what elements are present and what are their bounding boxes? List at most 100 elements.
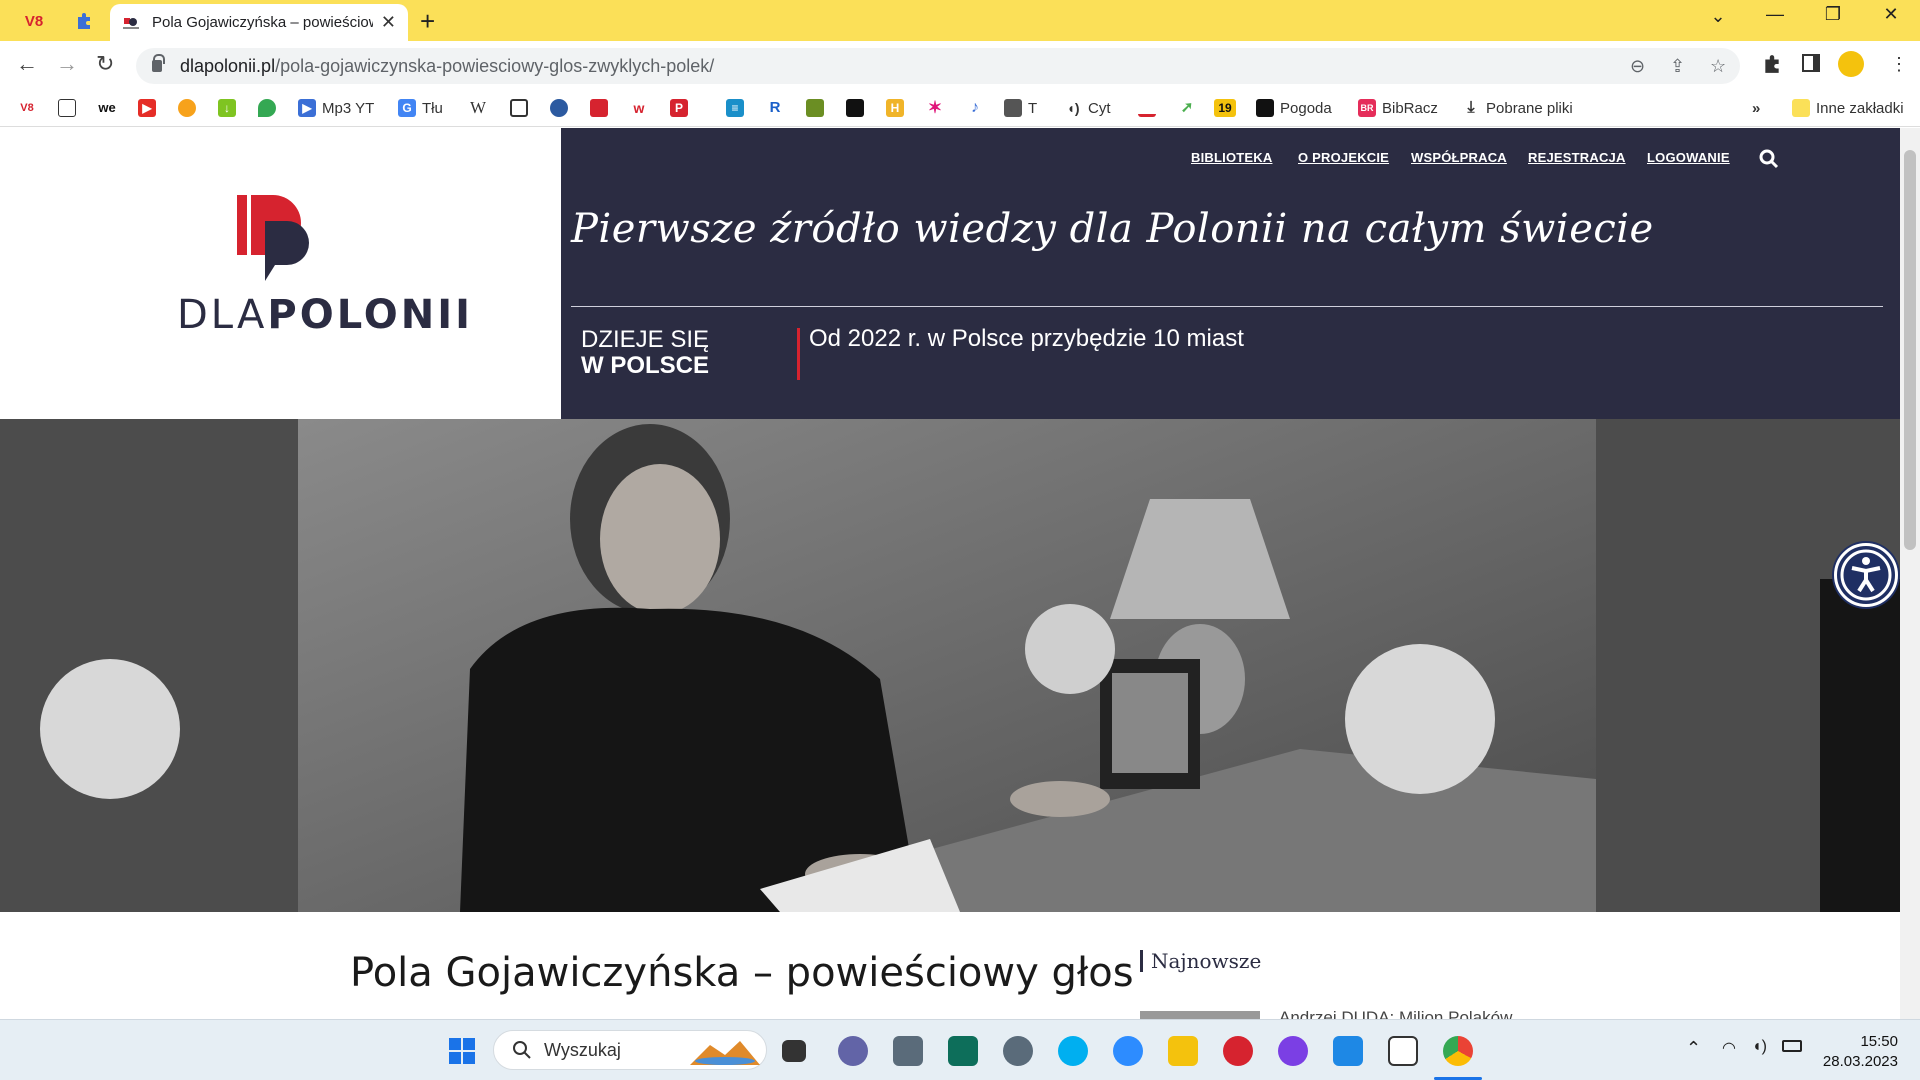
game-icon	[806, 99, 824, 117]
bookmark-star[interactable]: ✶	[926, 97, 950, 119]
chrome-icon[interactable]	[1443, 1036, 1473, 1066]
headphones-icon[interactable]	[1278, 1036, 1308, 1066]
p-letter-icon: P	[670, 99, 688, 117]
reload-icon[interactable]: ↻	[96, 51, 114, 77]
sidebar-thumbnail[interactable]	[1140, 1011, 1260, 1019]
tab-search-chevron-icon[interactable]: ⌄	[1693, 6, 1743, 27]
bookmark-t[interactable]: T	[1004, 97, 1037, 119]
r-letter-icon: R	[766, 99, 784, 117]
app-green-icon[interactable]	[948, 1036, 978, 1066]
v8-icon: V8	[24, 12, 44, 30]
volume-icon[interactable]: ◖)	[1752, 1038, 1767, 1056]
nav-logowanie[interactable]: LOGOWANIE	[1647, 150, 1730, 165]
bookmark-we[interactable]: we	[98, 97, 122, 119]
sidebar-heading: Najnowsze	[1140, 950, 1261, 972]
file-explorer-icon[interactable]	[1168, 1036, 1198, 1066]
teams-chat-icon[interactable]	[838, 1036, 868, 1066]
bookmark-cyt[interactable]: ◖) Cyt	[1064, 97, 1111, 119]
accessibility-button[interactable]	[1834, 543, 1898, 607]
w-letter-icon: w	[630, 99, 648, 117]
site-logo[interactable]: DLAPOLONII	[0, 128, 561, 419]
close-window-icon[interactable]: ✕	[1866, 4, 1916, 25]
bookmark-dark[interactable]	[846, 97, 870, 119]
nav-biblioteka[interactable]: BIBLIOTEKA	[1191, 150, 1272, 165]
more-menu-icon[interactable]: ⋮	[1890, 54, 1908, 75]
bookmark-19[interactable]: 19	[1214, 97, 1242, 119]
audio-icon: ◖)	[1064, 99, 1082, 117]
bookmark-wikipedia[interactable]: W	[470, 97, 486, 119]
bookmark-other[interactable]: Inne zakładki	[1792, 97, 1904, 119]
restore-icon[interactable]: ❐	[1808, 4, 1858, 25]
h-letter-icon: H	[886, 99, 904, 117]
bookmark-orange[interactable]	[178, 97, 202, 119]
active-tab[interactable]: Pola Gojawiczyńska – powieściow ✕	[110, 4, 408, 41]
bookmark-dlapolonii[interactable]	[1138, 97, 1162, 119]
bookmark-maps[interactable]	[258, 97, 282, 119]
bookmark-mp3yt[interactable]: ▶ Mp3 YT	[298, 97, 374, 119]
taskbar-search[interactable]: Wyszukaj	[493, 1030, 767, 1070]
bookmark-cyan[interactable]: ≡	[726, 97, 750, 119]
tab-title: Pola Gojawiczyńska – powieściow	[152, 14, 373, 31]
bookmark-bibracz[interactable]: BR BibRacz	[1358, 97, 1438, 119]
calculator-icon[interactable]	[893, 1036, 923, 1066]
dark-square-icon	[846, 99, 864, 117]
wifi-icon[interactable]: ◠	[1722, 1038, 1736, 1058]
article-title: Pola Gojawiczyńska – powieściowy głos	[350, 950, 1134, 996]
windows-start-icon[interactable]	[447, 1036, 477, 1066]
bookmark-green[interactable]: ➚	[1178, 97, 1202, 119]
bookmark-news[interactable]	[510, 97, 534, 119]
lock-icon	[152, 54, 165, 72]
search-icon[interactable]	[1758, 148, 1780, 170]
bookmark-red[interactable]	[590, 97, 614, 119]
minimize-icon[interactable]: —	[1750, 4, 1800, 25]
bookmark-overflow[interactable]: »	[1752, 97, 1760, 119]
bookmark-h[interactable]: H	[886, 97, 910, 119]
system-clock[interactable]: 15:50 28.03.2023	[1818, 1032, 1898, 1072]
bookmark-r[interactable]: R	[766, 97, 790, 119]
new-tab-button[interactable]: +	[420, 6, 435, 37]
notes-icon[interactable]	[1333, 1036, 1363, 1066]
paint-app-icon[interactable]	[1223, 1036, 1253, 1066]
battery-icon[interactable]	[1782, 1040, 1802, 1052]
zoom-icon[interactable]	[1113, 1036, 1143, 1066]
settings-gear-icon[interactable]	[1003, 1036, 1033, 1066]
bookmark-pogoda[interactable]: Pogoda	[1256, 97, 1332, 119]
dlapolonii-favicon	[1138, 99, 1156, 117]
nav-o-projekcie[interactable]: O PROJEKCIE	[1298, 150, 1389, 165]
ticker-news-link[interactable]: Od 2022 r. w Polsce przybędzie 10 miast	[809, 326, 1309, 351]
back-arrow-icon[interactable]: ←	[16, 51, 38, 77]
translate-icon: G	[398, 99, 416, 117]
dlapolonii-logo-mark	[237, 195, 309, 281]
bookmark-youtube[interactable]: ▶	[138, 97, 162, 119]
skype-icon[interactable]	[1058, 1036, 1088, 1066]
bookmark-translate[interactable]: G Tłu	[398, 97, 443, 119]
bookmark-game[interactable]	[806, 97, 830, 119]
star-bookmark-icon[interactable]: ☆	[1710, 56, 1726, 77]
scrollbar-thumb[interactable]	[1904, 150, 1916, 550]
nav-rejestracja[interactable]: REJESTRACJA	[1528, 150, 1626, 165]
bookmark-w-red[interactable]: w	[630, 97, 654, 119]
close-tab-icon[interactable]: ✕	[381, 12, 396, 33]
profile-avatar-icon[interactable]	[1838, 51, 1864, 77]
zoom-icon[interactable]: ⊖	[1630, 56, 1645, 77]
bookmark-music[interactable]: ♪	[966, 97, 990, 119]
bookmark-v8[interactable]: V8	[18, 97, 42, 119]
share-icon[interactable]: ⇪	[1670, 56, 1685, 77]
notepad-icon[interactable]	[1388, 1036, 1418, 1066]
tray-chevron-icon[interactable]: ⌃	[1686, 1038, 1701, 1059]
address-bar[interactable]: dlapolonii.pl/pola-gojawiczynska-powiesc…	[136, 48, 1740, 84]
bookmark-download[interactable]: ↓	[218, 97, 242, 119]
bookmark-p[interactable]: P	[670, 97, 694, 119]
forward-arrow-icon[interactable]: →	[56, 51, 78, 77]
sidebar-article-link[interactable]: Andrzej DUDA: Milion Polaków	[1279, 1008, 1512, 1019]
bookmark-pobrane[interactable]: ⤓ Pobrane pliki	[1462, 97, 1573, 119]
page-scrollbar[interactable]	[1900, 128, 1920, 1019]
pinned-tab-v8[interactable]: V8	[8, 4, 60, 38]
extensions-icon[interactable]	[1762, 54, 1782, 74]
task-view-icon[interactable]	[782, 1040, 806, 1062]
side-panel-icon[interactable]	[1802, 54, 1820, 72]
bookmark-cat[interactable]	[58, 97, 82, 119]
bookmark-blue[interactable]	[550, 97, 574, 119]
pinned-tab-extensions[interactable]	[58, 4, 110, 38]
nav-wspolpraca[interactable]: WSPÓŁPRACA	[1411, 150, 1507, 165]
